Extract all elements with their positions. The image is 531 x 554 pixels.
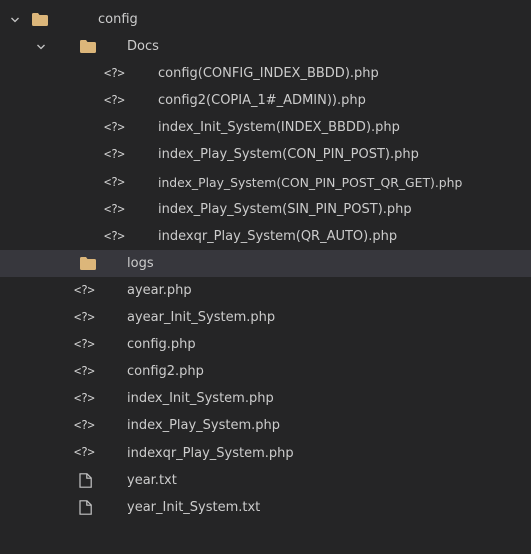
tree-item-php-file[interactable]: <?> index_Play_System.php	[0, 412, 531, 439]
tree-item-label: index_Play_System.php	[127, 418, 281, 434]
php-file-icon: <?>	[74, 445, 95, 460]
tree-item-label: config2(COPIA_1#_ADMIN)).php	[158, 93, 366, 109]
folder-open-icon	[32, 6, 48, 33]
tree-item-label: index_Play_System(CON_PIN_POST).php	[158, 147, 419, 163]
tree-item-label: index_Play_System(SIN_PIN_POST).php	[158, 201, 412, 217]
tree-item-config-folder[interactable]: config	[0, 6, 531, 33]
php-file-icon: <?>	[104, 93, 125, 108]
tree-item-php-file[interactable]: <?> indexqr_Play_System(QR_AUTO).php	[0, 223, 531, 250]
tree-item-label: config(CONFIG_INDEX_BBDD).php	[158, 66, 379, 82]
tree-item-logs-folder[interactable]: logs	[0, 249, 531, 277]
php-file-icon: <?>	[74, 391, 95, 406]
tree-item-label: index_Play_System(CON_PIN_POST_QR_GET).p…	[158, 174, 463, 190]
tree-item-label: config.php	[127, 337, 196, 353]
tree-item-php-file[interactable]: <?> index_Play_System(SIN_PIN_POST).php	[0, 196, 531, 223]
tree-item-php-file[interactable]: <?> config.php	[0, 331, 531, 358]
tree-item-label: index_Init_System.php	[127, 391, 274, 407]
php-file-icon: <?>	[74, 418, 95, 433]
php-file-icon: <?>	[74, 337, 95, 352]
chevron-down-icon[interactable]	[8, 6, 22, 33]
file-explorer-tree: config Docs <?> config(CONFIG_INDEX_BBDD…	[0, 0, 531, 554]
tree-item-php-file[interactable]: <?> config(CONFIG_INDEX_BBDD).php	[0, 60, 531, 87]
tree-item-label: ayear.php	[127, 282, 192, 298]
tree-item-label: year.txt	[127, 472, 177, 488]
tree-item-label: ayear_Init_System.php	[127, 310, 276, 326]
tree-item-label: Docs	[127, 39, 159, 55]
php-file-icon: <?>	[104, 228, 125, 243]
tree-item-text-file[interactable]: year_Init_System.txt	[0, 494, 531, 521]
chevron-down-icon[interactable]	[34, 33, 48, 60]
tree-item-label: index_Init_System(INDEX_BBDD).php	[158, 120, 400, 136]
tree-item-label: indexqr_Play_System.php	[127, 445, 294, 461]
tree-item-php-file[interactable]: <?> ayear.php	[0, 277, 531, 304]
file-icon	[79, 467, 92, 494]
php-file-icon: <?>	[74, 309, 95, 324]
tree-item-php-file[interactable]: <?> ayear_Init_System.php	[0, 304, 531, 331]
php-file-icon: <?>	[74, 364, 95, 379]
file-icon	[79, 494, 92, 521]
php-file-icon: <?>	[74, 282, 95, 297]
php-file-icon: <?>	[104, 66, 125, 81]
tree-item-php-file[interactable]: <?> index_Init_System(INDEX_BBDD).php	[0, 114, 531, 141]
tree-item-label: config2.php	[127, 364, 204, 380]
php-file-icon: <?>	[104, 120, 125, 135]
tree-item-php-file[interactable]: <?> config2(COPIA_1#_ADMIN)).php	[0, 87, 531, 114]
tree-item-php-file[interactable]: <?> index_Init_System.php	[0, 385, 531, 412]
tree-item-label: config	[98, 12, 138, 27]
tree-item-label: year_Init_System.txt	[127, 499, 261, 515]
folder-open-icon	[80, 33, 96, 60]
tree-item-label: logs	[127, 255, 154, 271]
tree-item-php-file[interactable]: <?> index_Play_System(CON_PIN_POST).php	[0, 141, 531, 168]
tree-item-docs-folder[interactable]: Docs	[0, 33, 531, 60]
php-file-icon: <?>	[104, 174, 125, 189]
tree-item-php-file[interactable]: <?> indexqr_Play_System.php	[0, 440, 531, 467]
php-file-icon: <?>	[104, 147, 125, 162]
tree-item-label: indexqr_Play_System(QR_AUTO).php	[158, 228, 398, 244]
tree-item-php-file[interactable]: <?> config2.php	[0, 358, 531, 385]
tree-item-php-file[interactable]: <?> index_Play_System(CON_PIN_POST_QR_GE…	[0, 169, 531, 196]
tree-item-text-file[interactable]: year.txt	[0, 467, 531, 494]
php-file-icon: <?>	[104, 201, 125, 216]
folder-icon	[80, 250, 96, 277]
